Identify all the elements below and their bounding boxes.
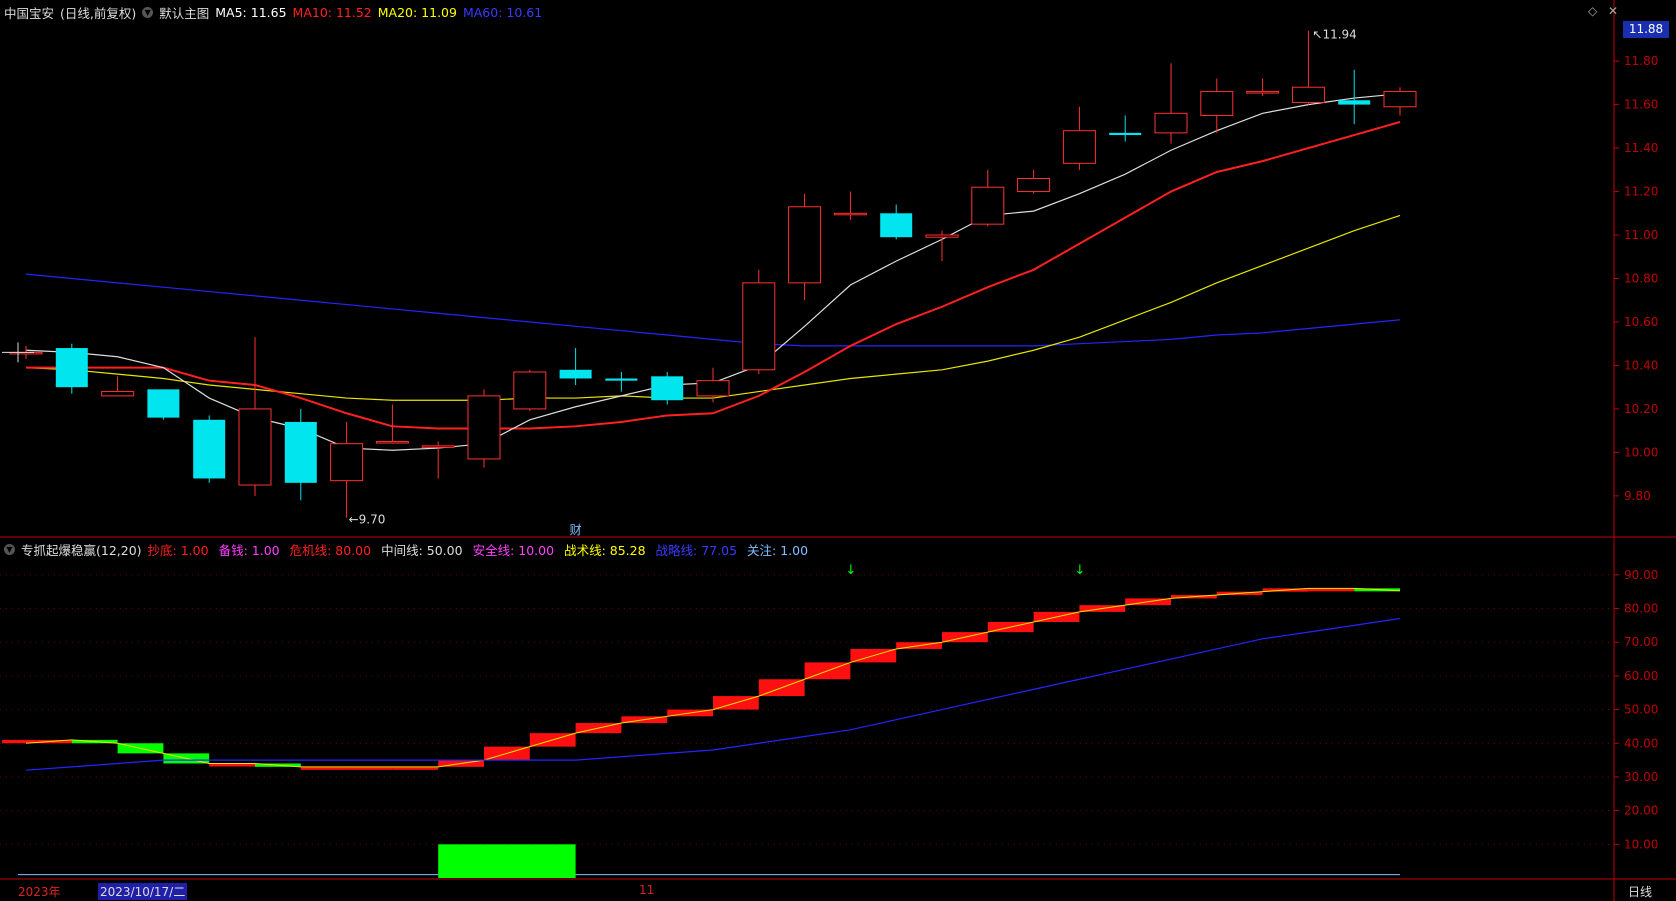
down-arrow-icon: ↓ xyxy=(1074,563,1085,578)
y-tick-label: 10.20 xyxy=(1624,402,1658,416)
indicator-legend-item: 安全线: 10.00 xyxy=(472,542,555,558)
low-annotation: ←9.70 xyxy=(349,513,386,527)
strategic-line xyxy=(25,617,1401,771)
y-tick-label: 11.60 xyxy=(1624,98,1658,112)
candle-body xyxy=(1200,91,1234,116)
y-tick-label: 40.00 xyxy=(1624,736,1658,750)
indicator-legend-item: 抄底: 1.00 xyxy=(147,542,209,558)
indicator-chart: ↓ ↓ xyxy=(2,563,1401,878)
candle-body xyxy=(1338,100,1371,105)
close-icon[interactable]: ✕ xyxy=(1608,4,1618,18)
candle-body xyxy=(1062,130,1096,164)
ma-legend-item: MA20: 11.09 xyxy=(377,4,457,20)
candle-body xyxy=(742,282,776,371)
chart-canvas: ↖11.94←9.70财 ↓ ↓ 11.8011.6011.4011.2011.0… xyxy=(0,0,1676,901)
candle-body xyxy=(513,371,547,410)
indicator-values: 抄底: 1.00 备钱: 1.00 危机线: 80.00 中间线: 50.00 安全线:… xyxy=(148,540,809,559)
candle-body xyxy=(559,369,592,379)
stock-name: 中国宝安 xyxy=(4,5,55,21)
current-price-box: 11.88 xyxy=(1623,21,1669,38)
indicator-legend-item: 关注: 1.00 xyxy=(747,542,809,558)
candle-body xyxy=(1017,178,1051,193)
main-chart-legend: 中国宝安 (日线,前复权) ▼ 默认主图 MA5: 11.65 MA10: 11.… xyxy=(4,3,542,21)
candle-body xyxy=(101,391,135,397)
dropdown-icon[interactable]: ▼ xyxy=(4,543,15,555)
y-tick-label: 80.00 xyxy=(1624,602,1658,616)
ma-legend: MA5: 11.65 MA10: 11.52 MA20: 11.09 MA60: 10… xyxy=(215,5,542,20)
indicator-legend: ▼ 专抓起爆稳赢(12,20) 抄底: 1.00 备钱: 1.00 危机线: 80.… xyxy=(4,540,808,558)
y-tick-label: 90.00 xyxy=(1624,568,1658,582)
ma-legend-item: MA60: 10.61 xyxy=(462,4,543,20)
dropdown-icon[interactable]: ▼ xyxy=(142,6,154,18)
candle-body xyxy=(1291,86,1325,103)
candle-body xyxy=(651,376,684,401)
y-tick-label: 10.40 xyxy=(1624,358,1658,372)
y-tick-label: 60.00 xyxy=(1624,669,1658,683)
candle-body xyxy=(375,441,409,444)
y-tick-label: 11.00 xyxy=(1624,228,1658,242)
indicator-legend-item: 备钱: 1.00 xyxy=(218,542,280,558)
candle-body xyxy=(55,348,88,388)
tactical-line xyxy=(25,587,1401,768)
month-mark: 11 xyxy=(639,883,655,897)
candlestick-chart: ↖11.94 ←9.70 财 xyxy=(2,28,1417,537)
candle-body xyxy=(971,186,1005,225)
y-tick-label: 9.80 xyxy=(1624,489,1651,503)
down-arrow-icon: ↓ xyxy=(845,563,856,578)
candle-body xyxy=(193,419,226,479)
diamond-icon[interactable]: ◇ xyxy=(1588,4,1597,18)
candle-body xyxy=(880,213,913,238)
indicator-legend-item: 中间线: 50.00 xyxy=(381,542,463,558)
candle-body xyxy=(925,234,959,238)
candle-body xyxy=(284,421,317,483)
high-annotation: ↖11.94 xyxy=(1312,28,1356,42)
ma-line-ma60 xyxy=(25,273,1401,347)
indicator-name[interactable]: 专抓起爆稳赢(12,20) xyxy=(21,540,142,559)
green-signal-bar xyxy=(438,844,576,878)
ma-legend-item: MA10: 11.52 xyxy=(292,4,372,20)
y-tick-label: 70.00 xyxy=(1624,635,1658,649)
y-tick-label: 10.00 xyxy=(1624,837,1658,851)
candle-body xyxy=(1154,112,1188,134)
candle-body xyxy=(421,445,455,448)
y-tick-label: 11.20 xyxy=(1624,185,1658,199)
chart-name[interactable]: 默认主图 xyxy=(159,3,209,22)
financial-report-mark: 财 xyxy=(570,523,582,537)
candle-body xyxy=(1246,91,1280,94)
period-label[interactable]: 日线 xyxy=(1628,883,1652,900)
year-label: 2023年 xyxy=(18,885,61,899)
candle-body xyxy=(833,212,867,216)
indicator-legend-item: 危机线: 80.00 xyxy=(289,542,372,558)
candle-body xyxy=(788,206,822,284)
candle-body xyxy=(238,408,272,486)
candle-body xyxy=(1109,132,1142,136)
candle-body xyxy=(696,380,730,397)
grid-layer xyxy=(0,574,1613,845)
y-tick-label: 30.00 xyxy=(1624,770,1658,784)
y-tick-label: 10.80 xyxy=(1624,272,1658,286)
y-tick-label: 10.00 xyxy=(1624,445,1658,459)
cursor-date: 2023/10/17/二 xyxy=(98,883,188,900)
y-tick-label: 11.80 xyxy=(1624,54,1658,68)
chart-mode: (日线,前复权) xyxy=(60,5,137,21)
y-tick-label: 20.00 xyxy=(1624,804,1658,818)
y-tick-label: 50.00 xyxy=(1624,703,1658,717)
y-tick-label: 10.60 xyxy=(1624,315,1658,329)
candle-body xyxy=(467,395,501,460)
candle-body xyxy=(147,389,180,418)
indicator-legend-item: 战略线: 77.05 xyxy=(655,542,738,558)
candle-body xyxy=(330,443,364,482)
candle-body xyxy=(605,378,638,381)
candle-body xyxy=(1383,91,1417,108)
indicator-legend-item: 战术线: 85.28 xyxy=(564,542,646,558)
ma-legend-item: MA5: 11.65 xyxy=(215,4,287,20)
y-tick-label: 11.40 xyxy=(1624,141,1658,155)
